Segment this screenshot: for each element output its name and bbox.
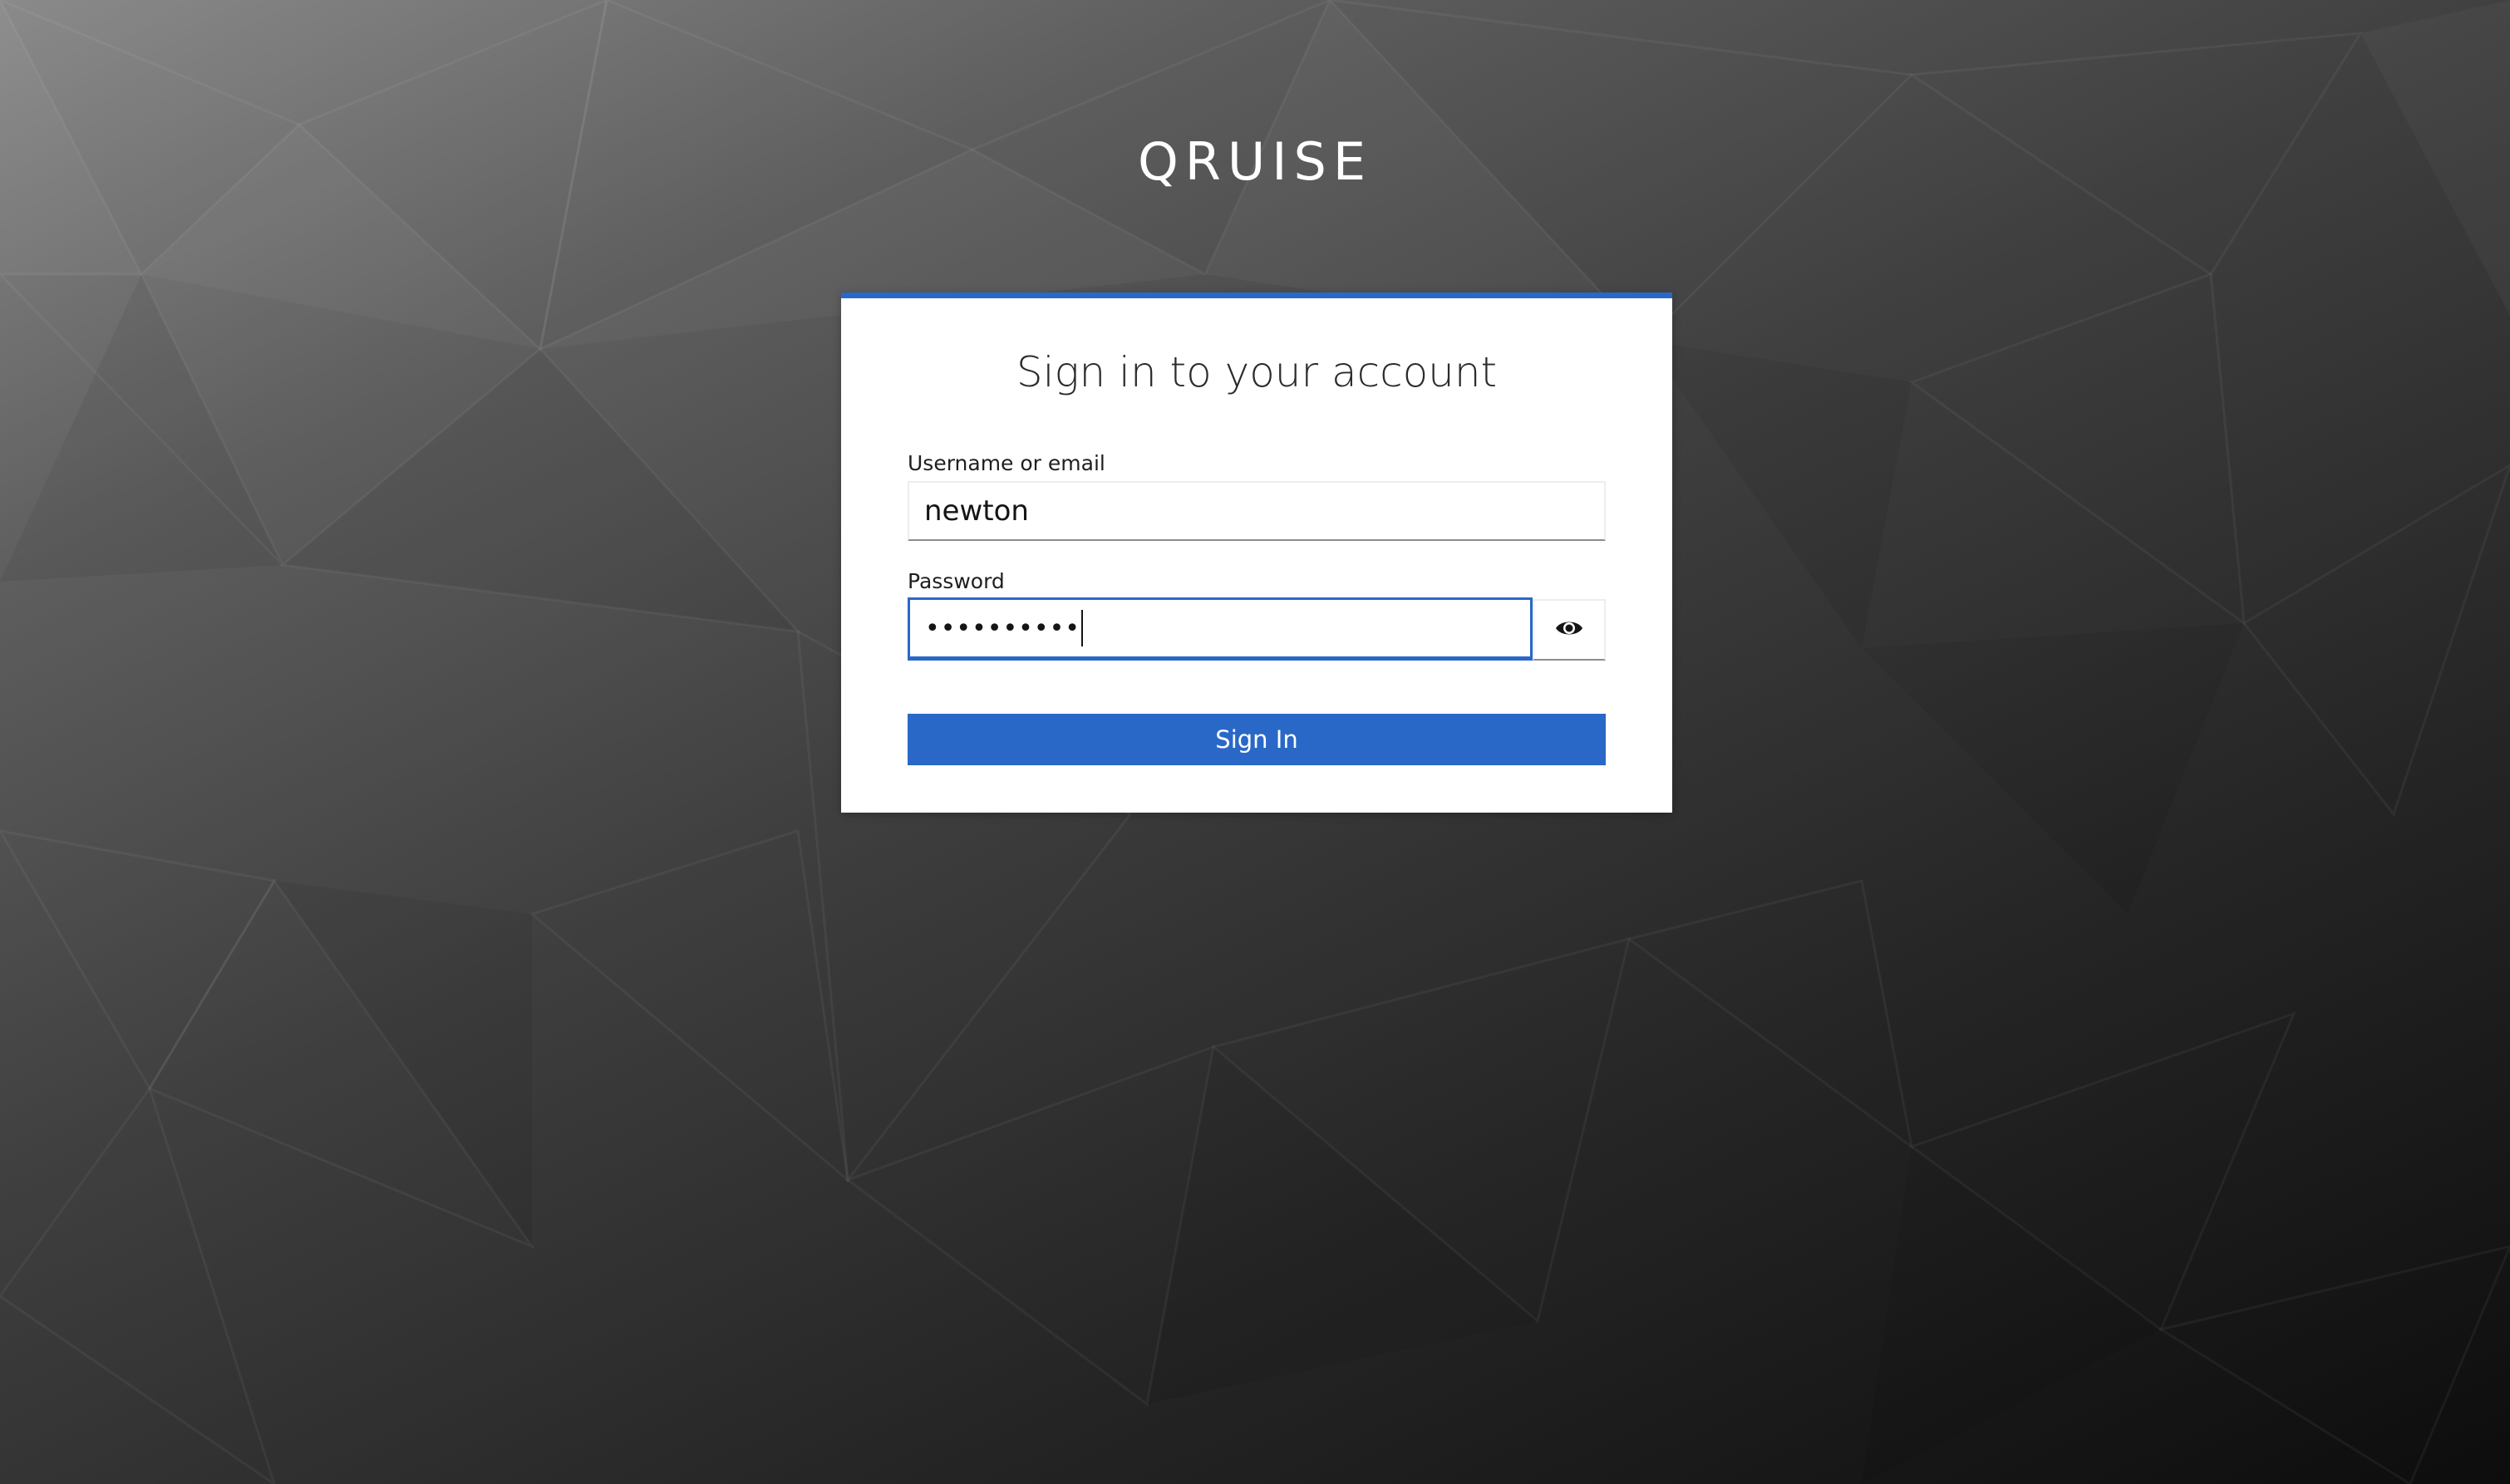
password-label: Password	[908, 569, 1005, 593]
page-title: Sign in to your account	[1016, 348, 1498, 396]
password-input[interactable]: ••••••••••	[908, 597, 1533, 661]
password-masked-value: ••••••••••	[925, 613, 1080, 643]
show-password-button[interactable]	[1533, 599, 1606, 661]
username-input[interactable]: newton	[908, 481, 1606, 541]
username-value: newton	[924, 494, 1029, 528]
eye-icon	[1555, 618, 1583, 642]
brand-logo-text: QRUISE	[1137, 131, 1373, 192]
username-label: Username or email	[908, 451, 1105, 475]
sign-in-button[interactable]: Sign In	[908, 714, 1606, 765]
text-cursor	[1080, 610, 1083, 646]
login-card: Sign in to your account Username or emai…	[841, 292, 1672, 813]
